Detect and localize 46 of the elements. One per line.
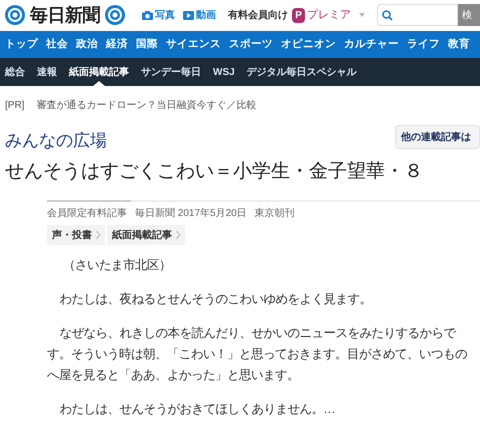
meta-text: 毎日新聞 2017年5月20日: [135, 206, 247, 221]
site-logo[interactable]: 毎日新聞: [30, 2, 100, 28]
nav-tab[interactable]: ライフ: [407, 36, 440, 52]
logo-mark-icon: [104, 4, 126, 26]
subnav-tab[interactable]: 総合: [5, 58, 25, 86]
nav-tab[interactable]: 国際: [136, 36, 158, 52]
breadcrumb-link[interactable]: 声・投書: [47, 225, 105, 245]
nav-tab[interactable]: 政治: [76, 36, 98, 52]
ad-link[interactable]: 審査が通るカードローン？当日融資今すぐ／比較: [36, 98, 256, 112]
subnav-tab[interactable]: WSJ: [213, 58, 235, 86]
subnav-tab[interactable]: サンデー毎日: [141, 58, 201, 86]
premier-link[interactable]: P プレミア: [292, 6, 351, 24]
logo-mark-icon: [4, 4, 26, 26]
search-field[interactable]: [376, 4, 458, 26]
section-title[interactable]: みんなの広場: [5, 128, 107, 154]
nav-tab[interactable]: スポーツ: [229, 36, 273, 52]
media-link[interactable]: 動画: [183, 8, 216, 22]
meta-text: 東京朝刊: [254, 206, 295, 221]
camera-icon: [142, 10, 154, 20]
media-link[interactable]: 写真: [142, 8, 176, 22]
play-icon: [183, 10, 194, 20]
nav-tab[interactable]: 教育: [448, 36, 470, 52]
chevron-icon: [96, 231, 100, 239]
search-button[interactable]: 検: [458, 4, 480, 26]
article-headline: せんそうはすごくこわい＝小学生・金子望華・８: [4, 160, 424, 184]
nav-tab[interactable]: オピニオン: [281, 36, 336, 52]
article-paragraph: わたしは、夜ねるとせんそうのこわいゆめをよく見ます。: [58, 291, 372, 308]
subnav-tab[interactable]: デジタル毎日スペシャル: [246, 58, 357, 86]
nav-tab[interactable]: 社会: [46, 36, 68, 52]
breadcrumb-link[interactable]: 紙面掲載記事: [107, 225, 185, 245]
dropdown-caret-icon: [358, 13, 365, 17]
member-label: 有料会員向け: [228, 8, 288, 22]
article-paragraph: なぜなら、れきしの本を読んだり、せかいのニュースをみたりするからです。そういう時は朝、「こわい！」と思っておきます。目がさめて、いつものへ屋を見ると「ああ、よかった」と思います。: [47, 325, 468, 384]
nav-tab[interactable]: カルチャー: [344, 36, 399, 52]
subnav-tab[interactable]: 速報: [37, 58, 57, 86]
search-icon: [382, 10, 393, 20]
meta-text: 会員限定有料記事: [47, 206, 127, 221]
other-series-button[interactable]: 他の連載記事は: [395, 125, 480, 149]
nav-tab[interactable]: トップ: [5, 36, 38, 52]
subnav-tab[interactable]: 紙面掲載記事: [69, 58, 129, 86]
nav-tab[interactable]: サイエンス: [166, 36, 221, 52]
nav-tab[interactable]: 経済: [106, 36, 128, 52]
article-paragraph: わたしは、せんそうがおきてほしくありません。…: [58, 401, 337, 418]
ad-tag: [PR]: [5, 98, 24, 112]
article-paragraph: （さいたま市北区）: [62, 257, 172, 274]
chevron-icon: [176, 231, 180, 239]
